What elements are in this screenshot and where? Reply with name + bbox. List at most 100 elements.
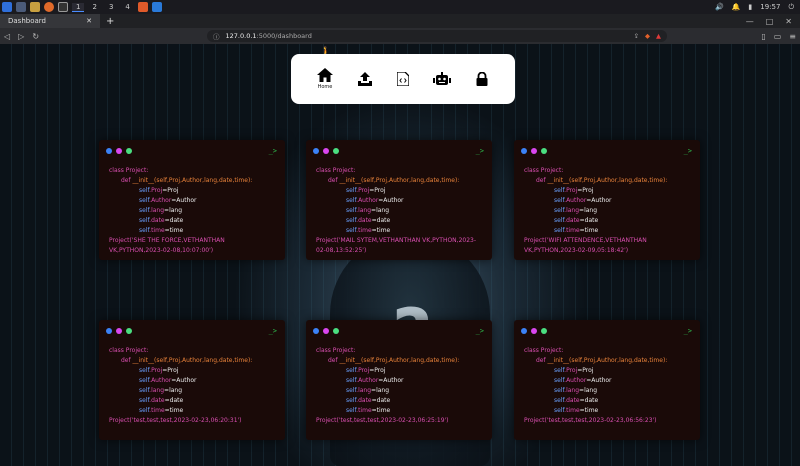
workspace-4[interactable]: 4 bbox=[121, 3, 133, 11]
firefox-icon[interactable] bbox=[44, 2, 54, 12]
window-dots bbox=[313, 328, 339, 334]
green-dot-icon bbox=[333, 148, 339, 154]
code-block: class Project: def __init__(self,Proj,Aut… bbox=[524, 166, 692, 256]
assign-line: self.Author=Author bbox=[346, 377, 404, 384]
prompt-icon: _> bbox=[268, 147, 277, 155]
workspace-3[interactable]: 3 bbox=[105, 3, 117, 11]
assign-line: self.Proj=Proj bbox=[346, 187, 386, 194]
close-window-icon[interactable]: ✕ bbox=[785, 17, 792, 26]
forward-icon[interactable]: ▷ bbox=[18, 32, 24, 41]
assign-line: self.lang=lang bbox=[346, 207, 390, 214]
pink-dot-icon bbox=[116, 328, 122, 334]
brave-rewards-icon[interactable]: ▲ bbox=[656, 32, 661, 40]
site-info-icon[interactable]: ⓘ bbox=[213, 31, 220, 41]
reload-icon[interactable]: ↻ bbox=[32, 32, 39, 41]
assign-line: self.date=date bbox=[554, 397, 599, 404]
def-line: def __init__(self,Proj,Author,lang,date,… bbox=[328, 177, 460, 184]
assign-line: self.date=date bbox=[346, 217, 391, 224]
assign-line: self.date=date bbox=[346, 397, 391, 404]
project-call: Project('WIFI ATTENDENCE,VETHANTHAN VK,P… bbox=[524, 237, 647, 254]
code-block: class Project: def __init__(self,Proj,Aut… bbox=[109, 346, 277, 426]
def-line: def __init__(self,Proj,Author,lang,date,… bbox=[121, 357, 253, 364]
code-block: class Project: def __init__(self,Proj,Aut… bbox=[316, 166, 484, 256]
address-bar-row: ◁ ▷ ↻ ⓘ 127.0.0.1:5000/dashboard ⇪ ◆ ▲ ▯… bbox=[0, 28, 800, 44]
code-block: class Project: def __init__(self,Proj,Aut… bbox=[524, 346, 692, 426]
assign-line: self.time=time bbox=[554, 227, 599, 234]
class-line: class Project: bbox=[524, 167, 564, 174]
nav-item-robot[interactable] bbox=[433, 72, 451, 86]
workspace-2[interactable]: 2 bbox=[88, 3, 100, 11]
def-line: def __init__(self,Proj,Author,lang,date,… bbox=[536, 357, 668, 364]
def-line: def __init__(self,Proj,Author,lang,date,… bbox=[536, 177, 668, 184]
tab-title: Dashboard bbox=[8, 17, 46, 25]
project-card: _> class Project: def __init__(self,Proj,A… bbox=[306, 320, 492, 440]
assign-line: self.Author=Author bbox=[139, 197, 197, 204]
notification-icon[interactable]: 🔔 bbox=[732, 3, 741, 11]
lock-icon bbox=[476, 72, 488, 86]
nav-item-code[interactable] bbox=[397, 72, 409, 86]
nav-item-home[interactable]: Home bbox=[317, 68, 333, 90]
assign-line: self.time=time bbox=[346, 407, 391, 414]
url-field[interactable]: ⓘ 127.0.0.1:5000/dashboard ⇪ ◆ ▲ bbox=[207, 30, 668, 42]
home-icon bbox=[317, 68, 333, 82]
menu-icon[interactable]: ≡ bbox=[789, 32, 796, 41]
nav-item-lock[interactable] bbox=[475, 72, 489, 86]
project-call: Project('test,test,test,2023-02-23,06:25… bbox=[316, 417, 449, 424]
assign-line: self.Proj=Proj bbox=[139, 187, 179, 194]
prompt-icon: _> bbox=[268, 327, 277, 335]
power-icon[interactable]: ⏻ bbox=[788, 3, 794, 12]
assign-line: self.lang=lang bbox=[554, 387, 598, 394]
assign-line: self.time=time bbox=[346, 227, 391, 234]
assign-line: self.Author=Author bbox=[554, 377, 612, 384]
back-icon[interactable]: ◁ bbox=[4, 32, 10, 41]
prompt-icon: _> bbox=[683, 147, 692, 155]
volume-icon[interactable]: 🔊 bbox=[715, 3, 724, 11]
assign-line: self.date=date bbox=[139, 217, 184, 224]
close-tab-icon[interactable]: ✕ bbox=[86, 17, 92, 25]
window-dots bbox=[106, 328, 132, 334]
brave-shield-icon[interactable]: ◆ bbox=[645, 32, 650, 40]
green-dot-icon bbox=[126, 328, 132, 334]
pink-dot-icon bbox=[323, 328, 329, 334]
assign-line: self.Proj=Proj bbox=[139, 367, 179, 374]
maximize-icon[interactable]: □ bbox=[766, 17, 774, 26]
assign-line: self.Proj=Proj bbox=[554, 367, 594, 374]
url-path: :5000/dashboard bbox=[256, 32, 312, 40]
project-call: Project('test,test,test,2023-02-23,06:20… bbox=[109, 417, 242, 424]
green-dot-icon bbox=[541, 328, 547, 334]
terminal-icon[interactable] bbox=[58, 2, 68, 12]
share-icon[interactable]: ⇪ bbox=[634, 32, 639, 40]
wallet-icon[interactable]: ▭ bbox=[774, 32, 782, 41]
url-host: 127.0.0.1 bbox=[225, 32, 257, 40]
assign-line: self.lang=lang bbox=[346, 387, 390, 394]
pink-dot-icon bbox=[323, 148, 329, 154]
project-call: Project('test,test,test,2023-02-23,06:56… bbox=[524, 417, 657, 424]
desktop-icon[interactable] bbox=[16, 2, 26, 12]
folder-icon[interactable] bbox=[30, 2, 40, 12]
tab-dashboard[interactable]: Dashboard ✕ bbox=[0, 14, 100, 28]
nav-item-upload[interactable] bbox=[357, 72, 373, 86]
project-card: _>class Project: def __init__(self,Proj,A… bbox=[99, 320, 285, 440]
minimize-icon[interactable]: — bbox=[746, 17, 754, 26]
assign-line: self.time=time bbox=[554, 407, 599, 414]
prompt-icon: _> bbox=[475, 147, 484, 155]
vscode-icon[interactable] bbox=[151, 2, 162, 12]
pink-dot-icon bbox=[531, 148, 537, 154]
blue-dot-icon bbox=[521, 148, 527, 154]
project-card: _>class Project: def __init__(self,Proj,A… bbox=[514, 140, 700, 260]
assign-line: self.date=date bbox=[554, 217, 599, 224]
blue-dot-icon bbox=[521, 328, 527, 334]
assign-line: self.Author=Author bbox=[139, 377, 197, 384]
assign-line: self.lang=lang bbox=[139, 387, 183, 394]
green-dot-icon bbox=[541, 148, 547, 154]
code-block: class Project: def __init__(self,Proj,Aut… bbox=[109, 166, 277, 256]
assign-line: self.Author=Author bbox=[346, 197, 404, 204]
new-tab-button[interactable]: + bbox=[100, 16, 120, 27]
app-launcher-icon[interactable] bbox=[2, 2, 12, 12]
workspace-1[interactable]: 1 bbox=[72, 2, 85, 12]
class-line: class Project: bbox=[316, 347, 356, 354]
blue-dot-icon bbox=[106, 148, 112, 154]
clock: 19:57 bbox=[760, 3, 781, 11]
sidebar-icon[interactable]: ▯ bbox=[761, 32, 765, 41]
brave-icon[interactable] bbox=[137, 2, 148, 12]
